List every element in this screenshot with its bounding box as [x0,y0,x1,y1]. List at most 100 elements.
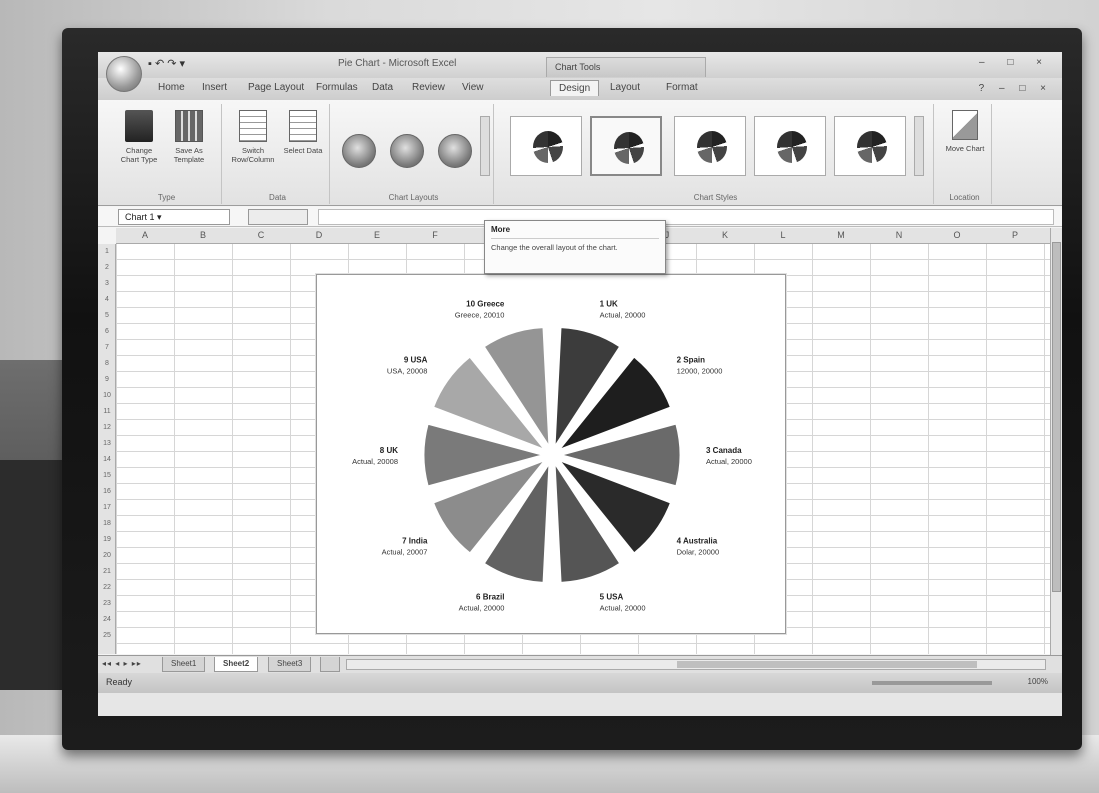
horizontal-scroll-thumb[interactable] [677,661,977,668]
template-icon [175,110,203,142]
change-chart-type-button[interactable]: Change Chart Type [116,110,162,164]
row-header[interactable]: 12 [98,424,116,431]
row-header[interactable]: 3 [98,280,116,287]
column-header[interactable]: D [290,230,348,240]
column-header[interactable]: K [696,230,754,240]
background-object [0,460,70,690]
chart-style-1[interactable] [510,116,582,176]
horizontal-scrollbar[interactable] [346,659,1046,670]
row-header[interactable]: 8 [98,360,116,367]
pie-style-icon [857,131,887,163]
column-header[interactable]: P [986,230,1044,240]
row-header[interactable]: 22 [98,584,116,591]
chart-style-5[interactable] [834,116,906,176]
pie-style-icon [697,131,727,163]
tab-home[interactable]: Home [158,82,185,93]
row-header[interactable]: 13 [98,440,116,447]
select-data-button[interactable]: Select Data [280,110,326,155]
row-header[interactable]: 10 [98,392,116,399]
chart-style-4[interactable] [754,116,826,176]
tab-design[interactable]: Design [550,80,600,96]
row-header[interactable]: 4 [98,296,116,303]
sheet-tab-3[interactable]: Sheet3 [268,657,312,672]
row-header[interactable]: 19 [98,536,116,543]
layouts-more-button[interactable] [480,116,490,176]
ribbon-tabs: Home Insert Page Layout Formulas Data Re… [98,78,1062,100]
chart-layout-1-icon[interactable] [342,134,376,168]
pie-chart[interactable]: 1 UK Actual, 20000 2 Spain 12000, 20000 3 Ca… [316,274,786,634]
column-header[interactable]: L [754,230,812,240]
column-header[interactable]: A [116,230,174,240]
row-header[interactable]: 15 [98,472,116,479]
tab-view[interactable]: View [462,82,484,93]
row-header[interactable]: 18 [98,520,116,527]
move-chart-button[interactable]: Move Chart [942,110,988,153]
group-label-chart-layouts: Chart Layouts [388,193,439,202]
tab-data[interactable]: Data [372,82,393,93]
row-header[interactable]: 5 [98,312,116,319]
row-header[interactable]: 21 [98,568,116,575]
chart-layout-2-icon[interactable] [390,134,424,168]
tab-page-layout[interactable]: Page Layout [248,82,304,93]
quick-access-toolbar[interactable]: ▪ ↶ ↷ ▾ [148,57,185,70]
column-header[interactable]: O [928,230,986,240]
fx-button[interactable] [248,209,308,225]
insert-sheet-icon[interactable] [320,657,340,672]
row-header[interactable]: 25 [98,632,116,639]
chart-tools-context-title: Chart Tools [546,57,706,77]
name-box[interactable]: Chart 1 ▾ [118,209,230,225]
sheet-tab-1[interactable]: Sheet1 [162,657,206,672]
vertical-scrollbar[interactable] [1050,228,1062,656]
ribbon-window-controls[interactable]: ? – □ × [979,83,1052,94]
tooltip-divider [491,238,659,239]
tab-review[interactable]: Review [412,82,445,93]
row-header[interactable]: 16 [98,488,116,495]
group-location: Move Chart Location [938,104,992,204]
switch-row-column-button[interactable]: Switch Row/Column [230,110,276,164]
formula-input[interactable] [318,209,1054,225]
sheet-nav-arrows[interactable]: ◂◂ ◂ ▸ ▸▸ [102,659,142,668]
tooltip: More Change the overall layout of the ch… [484,220,666,274]
tab-format[interactable]: Format [666,82,698,93]
group-chart-styles: Chart Styles [498,104,934,204]
sheet-tab-2[interactable]: Sheet2 [214,657,259,672]
styles-more-button[interactable] [914,116,924,176]
row-header[interactable]: 2 [98,264,116,271]
switch-row-column-icon [239,110,267,142]
row-header[interactable]: 17 [98,504,116,511]
row-header[interactable]: 9 [98,376,116,383]
tab-layout[interactable]: Layout [610,82,640,93]
vertical-scroll-thumb[interactable] [1052,242,1061,592]
row-header[interactable]: 14 [98,456,116,463]
zoom-slider[interactable] [872,681,992,685]
data-label: 7 India [402,537,428,546]
zoom-level[interactable]: 100% [1028,677,1048,686]
data-label-value: USA, 20008 [387,367,427,376]
row-header[interactable]: 20 [98,552,116,559]
tab-formulas[interactable]: Formulas [316,82,358,93]
data-label-value: Actual, 20000 [600,603,646,612]
save-as-template-button[interactable]: Save As Template [166,110,212,164]
chart-style-3[interactable] [674,116,746,176]
row-header[interactable]: 24 [98,616,116,623]
column-header[interactable]: C [232,230,290,240]
row-header[interactable]: 11 [98,408,116,415]
window-controls[interactable]: – □ × [979,57,1052,68]
office-button[interactable] [106,56,142,92]
column-header[interactable]: E [348,230,406,240]
data-label-value: Actual, 20000 [600,311,646,320]
row-header[interactable]: 6 [98,328,116,335]
data-label: 5 USA [600,592,624,601]
column-header[interactable]: N [870,230,928,240]
row-header[interactable]: 23 [98,600,116,607]
row-header[interactable]: 7 [98,344,116,351]
tab-insert[interactable]: Insert [202,82,227,93]
row-header[interactable]: 1 [98,248,116,255]
window-title: Pie Chart - Microsoft Excel [338,58,457,69]
data-label-value: Actual, 20008 [352,457,398,466]
column-header[interactable]: M [812,230,870,240]
chart-layout-3-icon[interactable] [438,134,472,168]
column-header[interactable]: B [174,230,232,240]
chart-style-2[interactable] [590,116,662,176]
column-header[interactable]: F [406,230,464,240]
